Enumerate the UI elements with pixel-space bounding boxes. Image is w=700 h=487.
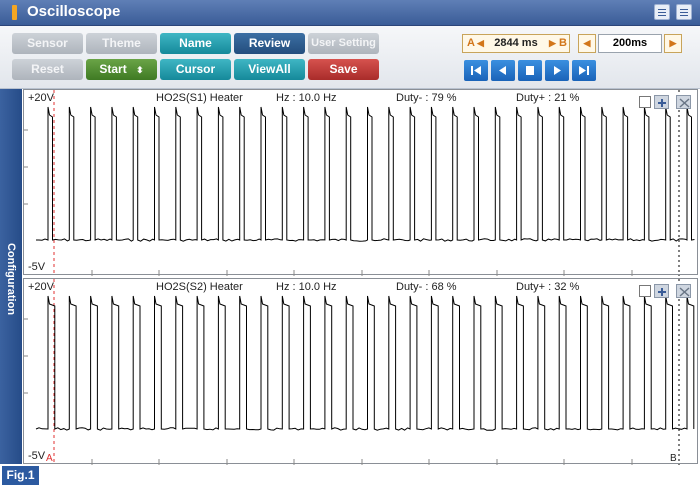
- select-checkbox[interactable]: [639, 96, 651, 108]
- play-button[interactable]: [545, 60, 569, 81]
- window-mode-icon[interactable]: [654, 4, 670, 20]
- cursor-b-arrow-icon: ▶: [549, 38, 556, 48]
- time-value: 2844 ms: [494, 37, 538, 49]
- waveform-plot-1: [24, 90, 695, 276]
- y-max-label: +20V: [28, 92, 54, 104]
- cursor-button[interactable]: Cursor: [160, 59, 231, 80]
- skip-start-icon: [471, 66, 481, 75]
- y-max-label: +20V: [28, 281, 54, 293]
- app-icon: [12, 5, 17, 20]
- signal-trace: [36, 106, 695, 242]
- cursor-time-readout[interactable]: A ◀ 2844 ms ▶ B: [462, 34, 570, 53]
- timebase-value: 200ms: [598, 34, 662, 53]
- scope-panel-1[interactable]: +20V -5V HO2S(S1) Heater Hz : 10.0 Hz Du…: [23, 89, 698, 276]
- viewall-button[interactable]: ViewAll: [234, 59, 305, 80]
- stop-button[interactable]: [518, 60, 542, 81]
- start-button[interactable]: Start ⬍: [86, 59, 157, 80]
- waveform-plot-2: [24, 279, 695, 465]
- sensor-name: HO2S(S2) Heater: [156, 281, 243, 293]
- step-back-button[interactable]: [491, 60, 515, 81]
- window-title: Oscilloscope: [27, 3, 121, 20]
- start-label: Start: [99, 62, 127, 76]
- duty-plus-readout: Duty+ : 32 %: [516, 281, 580, 293]
- plus-icon: [658, 99, 666, 107]
- theme-button[interactable]: Theme: [86, 33, 157, 54]
- marker-b-label: B: [670, 453, 677, 464]
- signal-trace: [35, 295, 695, 431]
- sidebar-label: Configuration: [5, 242, 17, 316]
- frequency-readout: Hz : 10.0 Hz: [276, 281, 337, 293]
- close-button[interactable]: [676, 95, 691, 109]
- skip-end-button[interactable]: [572, 60, 596, 81]
- user-setting-button[interactable]: User Setting: [308, 33, 379, 54]
- updown-icon: ⬍: [136, 65, 144, 75]
- stop-icon: [526, 66, 534, 75]
- save-button[interactable]: Save: [308, 59, 379, 80]
- sensor-name: HO2S(S1) Heater: [156, 92, 243, 104]
- marker-a-label: A: [46, 453, 53, 464]
- configuration-sidebar[interactable]: Configuration: [0, 89, 22, 464]
- title-bar: Oscilloscope: [0, 0, 700, 26]
- cursor-a-arrow-icon: ◀: [477, 38, 484, 48]
- skip-end-icon: [579, 66, 589, 75]
- zoom-in-button[interactable]: [654, 95, 669, 109]
- plus-icon: [658, 288, 666, 296]
- review-button[interactable]: Review: [234, 33, 305, 54]
- timebase-increase-button[interactable]: ▶: [664, 34, 682, 53]
- y-min-label: -5V: [28, 261, 46, 273]
- close-icon: [679, 98, 690, 108]
- step-back-icon: [499, 66, 506, 75]
- sensor-button[interactable]: Sensor: [12, 33, 83, 54]
- close-button[interactable]: [676, 284, 691, 298]
- y-min-label: -5V: [28, 450, 46, 462]
- frequency-readout: Hz : 10.0 Hz: [276, 92, 337, 104]
- timebase-decrease-button[interactable]: ◀: [578, 34, 596, 53]
- duty-minus-readout: Duty- : 68 %: [396, 281, 457, 293]
- skip-start-button[interactable]: [464, 60, 488, 81]
- play-icon: [554, 66, 561, 75]
- duty-minus-readout: Duty- : 79 %: [396, 92, 457, 104]
- figure-label: Fig.1: [2, 466, 39, 485]
- reset-button[interactable]: Reset: [12, 59, 83, 80]
- name-button[interactable]: Name: [160, 33, 231, 54]
- right-arrow-icon: ▶: [669, 38, 677, 48]
- left-arrow-icon: ◀: [583, 38, 591, 48]
- cursor-a-label: A: [467, 37, 475, 49]
- zoom-in-button[interactable]: [654, 284, 669, 298]
- close-icon: [679, 287, 690, 297]
- duty-plus-readout: Duty+ : 21 %: [516, 92, 580, 104]
- scope-panel-2[interactable]: +20V -5V HO2S(S2) Heater Hz : 10.0 Hz Du…: [23, 278, 698, 465]
- select-checkbox[interactable]: [639, 285, 651, 297]
- menu-icon[interactable]: [676, 4, 692, 20]
- cursor-b-label: B: [559, 37, 567, 49]
